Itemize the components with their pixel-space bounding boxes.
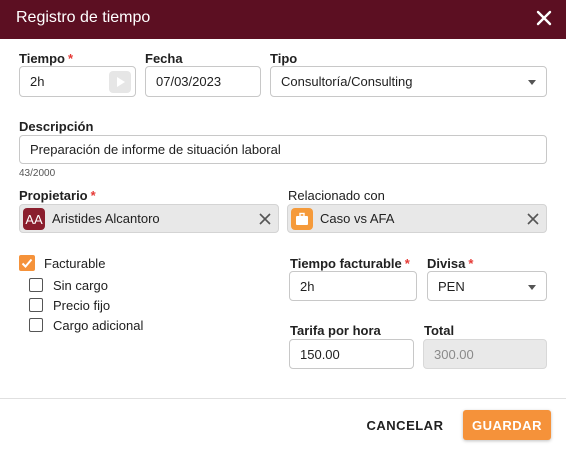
total-label: Total — [424, 323, 455, 338]
precio-fijo-checkbox[interactable] — [29, 298, 43, 312]
dialog-title: Registro de tiempo — [16, 9, 151, 26]
precio-fijo-label: Precio fijo — [53, 298, 111, 313]
fecha-value: 07/03/2023 — [156, 74, 222, 89]
avatar: AA — [23, 208, 45, 230]
tiempo-facturable-label: Tiempo facturable * — [290, 256, 410, 271]
fecha-label: Fecha — [145, 51, 183, 66]
tarifa-input[interactable]: 150.00 — [289, 339, 414, 369]
total-field: 300.00 — [423, 339, 547, 369]
check-icon — [21, 258, 32, 268]
descripcion-input[interactable]: Preparación de informe de situación labo… — [19, 135, 547, 164]
descripcion-value: Preparación de informe de situación labo… — [30, 142, 281, 157]
propietario-chip[interactable]: AA Aristides Alcantoro — [19, 204, 279, 233]
sin-cargo-checkbox[interactable] — [29, 278, 43, 292]
divisa-value: PEN — [438, 278, 465, 294]
save-button[interactable]: GUARDAR — [463, 410, 551, 440]
divisa-select[interactable]: PEN — [427, 271, 547, 301]
tiempo-value: 2h — [30, 74, 45, 89]
total-value: 300.00 — [434, 346, 474, 362]
relacionado-chip[interactable]: Caso vs AFA — [287, 204, 547, 233]
dialog-header: Registro de tiempo — [0, 0, 566, 39]
tiempo-facturable-input[interactable]: 2h — [289, 271, 417, 301]
close-icon[interactable] — [532, 6, 556, 30]
cargo-adicional-label: Cargo adicional — [53, 318, 144, 333]
chevron-down-icon — [528, 285, 536, 290]
remove-icon[interactable] — [526, 212, 540, 226]
remove-icon[interactable] — [258, 212, 272, 226]
facturable-label: Facturable — [44, 256, 106, 271]
propietario-value: Aristides Alcantoro — [52, 211, 160, 226]
character-counter: 43/2000 — [19, 168, 56, 179]
divisa-label: Divisa * — [427, 256, 474, 271]
cargo-adicional-checkbox[interactable] — [29, 318, 43, 332]
tiempo-input[interactable]: 2h — [19, 66, 136, 97]
tiempo-facturable-value: 2h — [300, 278, 315, 294]
relacionado-value: Caso vs AFA — [320, 211, 395, 226]
tipo-value: Consultoría/Consulting — [281, 74, 413, 89]
descripcion-label: Descripción — [19, 119, 94, 134]
footer-divider — [0, 398, 566, 399]
propietario-label: Propietario * — [19, 188, 96, 203]
fecha-input[interactable]: 07/03/2023 — [145, 66, 261, 97]
tiempo-label: Tiempo * — [19, 51, 74, 66]
tipo-select[interactable]: Consultoría/Consulting — [270, 66, 547, 97]
briefcase-icon — [291, 208, 313, 230]
chevron-down-icon — [528, 80, 536, 85]
play-timer-icon[interactable] — [109, 71, 131, 93]
tarifa-label: Tarifa por hora — [290, 323, 381, 338]
facturable-checkbox[interactable] — [19, 255, 35, 271]
cancel-button[interactable]: CANCELAR — [360, 410, 450, 440]
tipo-label: Tipo — [270, 51, 298, 66]
sin-cargo-label: Sin cargo — [53, 278, 108, 293]
relacionado-label: Relacionado con — [288, 188, 385, 203]
tarifa-value: 150.00 — [300, 346, 340, 362]
